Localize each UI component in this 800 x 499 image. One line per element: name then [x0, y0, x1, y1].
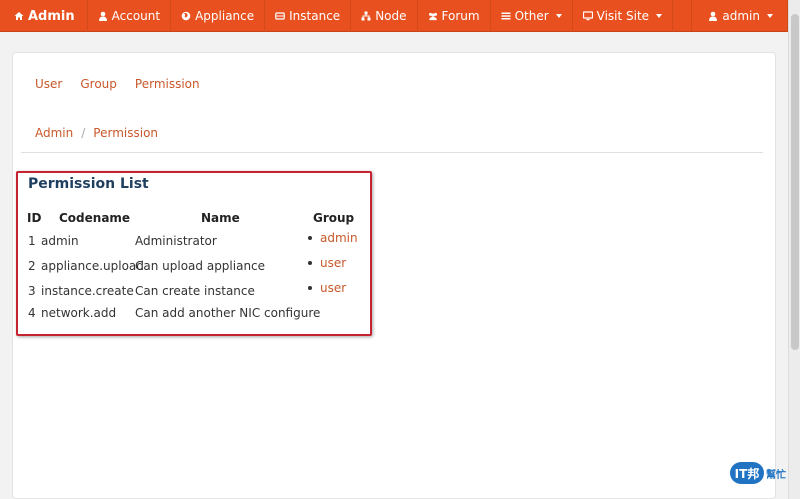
subnav-group-link[interactable]: Group	[80, 77, 117, 91]
list-bullet	[308, 236, 312, 240]
col-header-id: ID	[27, 211, 42, 225]
watermark-logo: IT邦	[730, 462, 764, 484]
scrollbar-thumb[interactable]	[791, 14, 799, 350]
row1-codename: admin	[41, 234, 79, 248]
row2-group: user	[308, 256, 346, 270]
nav-other-dropdown[interactable]: Other	[491, 0, 573, 32]
row1-name: Administrator	[135, 234, 217, 248]
nav-account-label: Account	[111, 9, 161, 23]
divider	[21, 152, 763, 153]
brand-label: Admin	[28, 8, 75, 24]
nav-visit-site-dropdown[interactable]: Visit Site	[573, 0, 674, 32]
col-header-codename: Codename	[59, 211, 131, 225]
nav-user-label: admin	[722, 9, 760, 23]
nav-node[interactable]: Node	[351, 0, 418, 32]
row2-name: Can upload appliance	[135, 259, 266, 273]
user-icon	[98, 11, 107, 21]
chevron-down-icon	[555, 14, 562, 18]
subnav-user-link[interactable]: User	[35, 77, 62, 91]
breadcrumb: Admin / Permission	[35, 126, 158, 140]
globe-icon	[181, 11, 191, 21]
sub-navigation: User Group Permission	[35, 77, 200, 91]
nav-forum-label: Forum	[441, 9, 480, 23]
nav-appliance[interactable]: Appliance	[171, 0, 266, 32]
row2-id: 2	[28, 259, 36, 273]
row1-group: admin	[308, 231, 358, 245]
permission-list-title: Permission List	[28, 176, 149, 192]
row3-group-link[interactable]: user	[320, 281, 346, 295]
row4-id: 4	[28, 306, 36, 320]
bars-icon	[501, 12, 511, 20]
nav-node-label: Node	[375, 9, 407, 23]
breadcrumb-permission-link[interactable]: Permission	[93, 126, 158, 140]
ithome-watermark: IT邦 幫忙	[730, 462, 786, 484]
nav-forum[interactable]: Forum	[418, 0, 491, 32]
nav-spacer	[673, 0, 693, 31]
brand-admin-link[interactable]: Admin	[0, 0, 88, 32]
row3-name: Can create instance	[135, 284, 255, 298]
users-icon	[428, 12, 437, 21]
list-bullet	[308, 261, 312, 265]
nav-account[interactable]: Account	[88, 0, 172, 32]
watermark-text: 幫忙	[766, 469, 786, 481]
breadcrumb-admin-link[interactable]: Admin	[35, 126, 73, 140]
breadcrumb-separator: /	[81, 126, 86, 140]
nav-visit-site-label: Visit Site	[596, 9, 650, 23]
nav-user-dropdown[interactable]: admin	[692, 0, 788, 32]
row1-group-link[interactable]: admin	[320, 231, 358, 245]
content-panel: User Group Permission Admin / Permission…	[12, 52, 776, 499]
row3-codename: instance.create	[41, 284, 134, 298]
row3-id: 3	[28, 284, 36, 298]
page-scrollbar[interactable]	[788, 0, 800, 499]
row1-id: 1	[28, 234, 36, 248]
row2-codename: appliance.upload	[41, 259, 144, 273]
list-bullet	[308, 286, 312, 290]
subnav-permission-link[interactable]: Permission	[135, 77, 200, 91]
row2-group-link[interactable]: user	[320, 256, 346, 270]
row4-name: Can add another NIC configure	[135, 306, 321, 320]
nav-instance[interactable]: Instance	[265, 0, 352, 32]
monitor-icon	[582, 11, 593, 21]
user-icon	[709, 11, 718, 21]
sitemap-icon	[361, 11, 371, 21]
nav-instance-label: Instance	[289, 9, 341, 23]
nav-appliance-label: Appliance	[195, 9, 255, 23]
row4-codename: network.add	[41, 306, 117, 320]
nav-other-label: Other	[514, 9, 549, 23]
col-header-name: Name	[201, 211, 240, 225]
server-icon	[275, 12, 285, 20]
chevron-down-icon	[767, 14, 773, 18]
row3-group: user	[308, 281, 346, 295]
col-header-group: Group	[313, 211, 355, 225]
chevron-down-icon	[656, 14, 663, 18]
top-navbar: Admin Account Appliance Instance Node Fo…	[0, 0, 788, 32]
home-icon	[14, 12, 24, 20]
